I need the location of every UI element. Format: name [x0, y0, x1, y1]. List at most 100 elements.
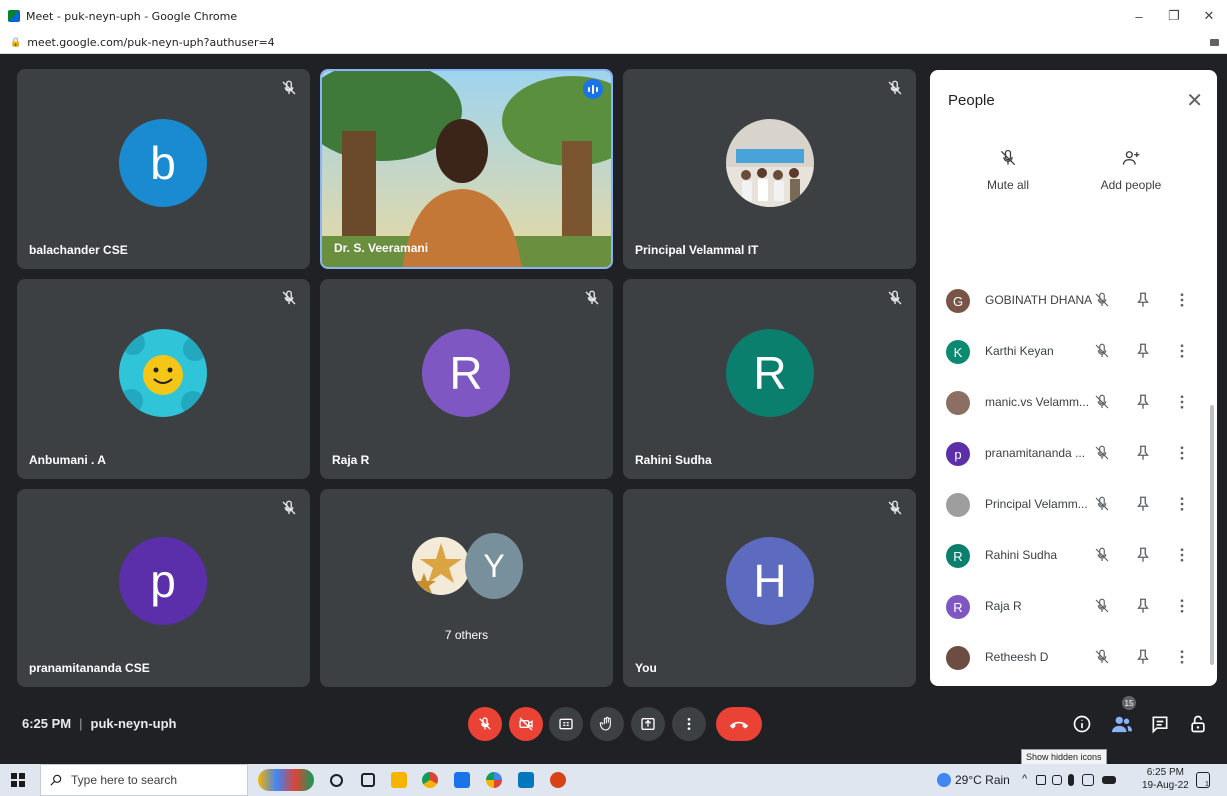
participant-options-button[interactable] [1173, 443, 1191, 468]
taskbar-search-box[interactable]: Type here to search [40, 764, 248, 796]
participant-tile[interactable]: p pranamitananda CSE [17, 489, 310, 687]
pin-participant-button[interactable] [1134, 545, 1152, 570]
participant-row[interactable]: R Raja R [930, 581, 1217, 632]
powerpoint-icon[interactable] [550, 772, 566, 788]
pin-participant-button[interactable] [1134, 647, 1152, 672]
self-tile[interactable]: H You [623, 489, 916, 687]
participant-name: Raja R [332, 453, 370, 467]
url-text[interactable]: meet.google.com/puk-neyn-uph?authuser=4 [27, 36, 274, 49]
taskbar-clock[interactable]: 6:25 PM 19-Aug-22 [1142, 766, 1189, 792]
mute-participant-button[interactable] [1093, 342, 1111, 365]
mute-participant-button[interactable] [1093, 597, 1111, 620]
participant-options-button[interactable] [1173, 290, 1191, 315]
participant-tile[interactable]: b balachander CSE [17, 69, 310, 269]
windows-start-button[interactable] [11, 773, 25, 787]
participant-tile[interactable]: R Rahini Sudha [623, 279, 916, 479]
chat-button[interactable] [1148, 712, 1172, 736]
task-view-icon[interactable] [361, 773, 375, 787]
minimize-button[interactable]: – [1121, 0, 1157, 32]
present-screen-button[interactable] [631, 707, 665, 741]
mute-participant-button[interactable] [1093, 546, 1111, 569]
participant-tile[interactable]: Anbumani . A [17, 279, 310, 479]
network-icon[interactable] [1082, 774, 1094, 786]
participant-options-button[interactable] [1173, 494, 1191, 519]
mute-participant-button[interactable] [1093, 444, 1111, 467]
panel-scrollbar[interactable] [1210, 405, 1214, 665]
participant-tile[interactable]: Principal Velammal IT [623, 69, 916, 269]
more-vert-icon [1180, 650, 1184, 664]
pin-icon [1137, 496, 1149, 511]
participant-options-button[interactable] [1173, 392, 1191, 417]
participant-row[interactable]: p pranamitananda ... [930, 428, 1217, 479]
speaker-icon[interactable] [1036, 775, 1046, 785]
pin-participant-button[interactable] [1134, 596, 1152, 621]
participant-row[interactable]: K Karthi Keyan [930, 326, 1217, 377]
leave-call-button[interactable] [716, 707, 762, 741]
mic-toggle-button[interactable] [468, 707, 502, 741]
participant-options-button[interactable] [1173, 596, 1191, 621]
participant-name: Karthi Keyan [985, 344, 1054, 358]
people-button[interactable] [1110, 712, 1134, 736]
participant-options-button[interactable] [1173, 647, 1191, 672]
close-window-button[interactable]: ✕ [1191, 0, 1227, 32]
participant-row[interactable]: R Rahini Sudha [930, 530, 1217, 581]
show-hidden-icons-chevron-icon[interactable]: ^ [1022, 773, 1027, 785]
mail-icon[interactable] [454, 772, 470, 788]
video-feed-image [322, 71, 611, 267]
camera-tray-icon[interactable] [1052, 775, 1062, 785]
mic-off-icon [1095, 598, 1109, 613]
mute-participant-button[interactable] [1093, 648, 1111, 671]
add-people-button[interactable]: Add people [1096, 148, 1166, 192]
mute-participant-button[interactable] [1093, 291, 1111, 314]
pin-participant-button[interactable] [1134, 494, 1152, 519]
close-panel-button[interactable]: ✕ [1186, 88, 1203, 113]
file-explorer-icon[interactable] [391, 772, 407, 788]
address-bar[interactable]: 🔒 meet.google.com/puk-neyn-uph?authuser=… [0, 32, 1227, 54]
mute-participant-button[interactable] [1093, 393, 1111, 416]
participant-tile-speaking[interactable]: Dr. S. Veeramani [320, 69, 613, 269]
activities-button[interactable] [1186, 712, 1210, 736]
mute-participant-button[interactable] [1093, 495, 1111, 518]
participant-row[interactable]: Principal Velamm... [930, 479, 1217, 530]
cortana-icon[interactable] [330, 774, 343, 787]
media-player-icon[interactable] [518, 772, 534, 788]
participant-options-button[interactable] [1173, 341, 1191, 366]
restore-button[interactable]: ❐ [1156, 0, 1192, 32]
clock-date: 19-Aug-22 [1142, 780, 1189, 791]
widgets-icon[interactable] [258, 769, 314, 791]
more-options-button[interactable] [672, 707, 706, 741]
participant-row[interactable]: Retheesh D [930, 632, 1217, 683]
participant-tile[interactable]: R Raja R [320, 279, 613, 479]
microphone-tray-icon[interactable] [1068, 774, 1074, 786]
pin-icon [1137, 292, 1149, 307]
pin-participant-button[interactable] [1134, 443, 1152, 468]
participant-options-button[interactable] [1173, 545, 1191, 570]
avatar: R [422, 329, 510, 417]
participant-name: Principal Velamm... [985, 497, 1088, 511]
pin-icon [1137, 547, 1149, 562]
camera-toggle-button[interactable] [509, 707, 543, 741]
mic-off-icon [888, 500, 902, 515]
pin-participant-button[interactable] [1134, 392, 1152, 417]
others-tile[interactable]: Y 7 others [320, 489, 613, 687]
meeting-details-button[interactable] [1070, 712, 1094, 736]
participant-row[interactable]: SShanthasheela [930, 683, 1217, 686]
meeting-separator: | [79, 716, 83, 731]
avatar: Y [465, 533, 523, 599]
pin-icon [1137, 394, 1149, 409]
weather-text[interactable]: 29°C Rain [955, 773, 1010, 787]
mic-off-icon [585, 290, 599, 305]
chrome-icon[interactable] [422, 772, 438, 788]
participant-avatar: R [946, 595, 970, 619]
mute-all-button[interactable]: Mute all [978, 148, 1038, 192]
pin-participant-button[interactable] [1134, 341, 1152, 366]
extension-icon[interactable] [1210, 39, 1219, 46]
captions-button[interactable] [549, 707, 583, 741]
participant-row[interactable]: G GOBINATH DHANA [930, 275, 1217, 326]
battery-icon[interactable] [1102, 776, 1116, 784]
pin-participant-button[interactable] [1134, 290, 1152, 315]
participant-name: Rahini Sudha [985, 548, 1058, 562]
chrome-profile-icon[interactable] [486, 772, 502, 788]
raise-hand-button[interactable] [590, 707, 624, 741]
participant-row[interactable]: manic.vs Velamm... [930, 377, 1217, 428]
